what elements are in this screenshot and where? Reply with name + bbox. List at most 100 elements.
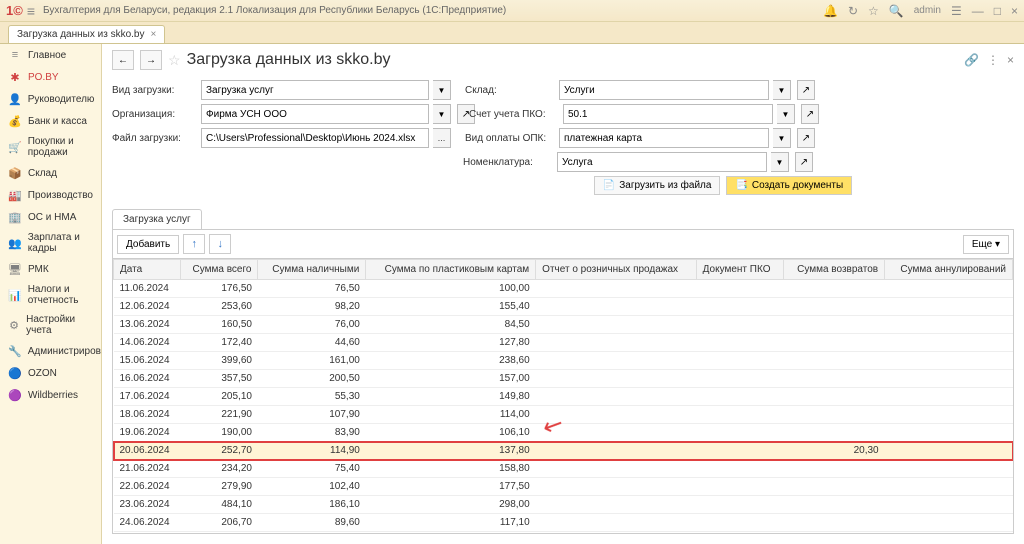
sidebar-icon: 🖥 xyxy=(8,262,22,276)
col-header[interactable]: Дата xyxy=(114,260,181,280)
input-schet[interactable] xyxy=(563,104,773,124)
col-header[interactable]: Документ ПКО xyxy=(696,260,783,280)
create-docs-button[interactable]: 📑Создать документы xyxy=(726,176,852,195)
table-row[interactable]: 20.06.2024252,70114,90137,8020,30 xyxy=(114,442,1013,460)
dd-nom[interactable]: ▼ xyxy=(771,152,789,172)
browse-file[interactable]: … xyxy=(433,128,451,148)
label-opl: Вид оплаты ОПК: xyxy=(465,133,555,144)
table-row[interactable]: 24.06.2024206,7089,60117,10 xyxy=(114,514,1013,532)
sidebar-label: Склад xyxy=(28,168,57,179)
col-header[interactable]: Сумма по пластиковым картам xyxy=(366,260,536,280)
move-up-button[interactable]: ↑ xyxy=(183,234,205,254)
tab-skko[interactable]: Загрузка данных из skko.by × xyxy=(8,25,165,43)
sidebar-label: Зарплата и кадры xyxy=(28,232,93,254)
input-opl[interactable] xyxy=(559,128,769,148)
input-sklad[interactable] xyxy=(559,80,769,100)
open-opl[interactable]: ↗ xyxy=(797,128,815,148)
nav-back-button[interactable]: ← xyxy=(112,50,134,70)
sidebar-item-руководителю[interactable]: 👤Руководителю xyxy=(0,88,101,110)
table-row[interactable]: 13.06.2024160,5076,0084,50 xyxy=(114,316,1013,334)
table-tab[interactable]: Загрузка услуг xyxy=(112,209,202,229)
sidebar: ≡Главное✱PO.BY👤Руководителю 💰 Банк и касса… xyxy=(0,44,102,544)
sidebar-icon: ✱ xyxy=(8,70,22,84)
history-icon[interactable]: ↻ xyxy=(848,4,858,18)
tab-label: Загрузка данных из skko.by xyxy=(17,29,144,40)
dd-opl[interactable]: ▼ xyxy=(773,128,791,148)
sidebar-item-производство[interactable]: 🏭Производство xyxy=(0,184,101,206)
close-icon[interactable]: × xyxy=(1011,4,1018,18)
input-vid[interactable] xyxy=(201,80,429,100)
sidebar-item-покупки-и-продажи[interactable]: 🛒Покупки и продажи xyxy=(0,132,101,162)
titlebar: 1© ≡ Бухгалтерия для Беларуси, редакция … xyxy=(0,0,1024,22)
form-area: Вид загрузки: ▼ Склад: ▼ ↗ Организация: … xyxy=(102,76,1024,203)
label-nom: Номенклатура: xyxy=(463,157,553,168)
bell-icon[interactable]: 🔔 xyxy=(823,4,838,18)
table-row[interactable]: 19.06.2024190,0083,90106,10 xyxy=(114,424,1013,442)
sidebar-item-ос-и-нма[interactable]: 🏢ОС и НМА xyxy=(0,206,101,228)
col-header[interactable]: Сумма всего xyxy=(180,260,258,280)
sidebar-label: Администрирование xyxy=(28,346,102,357)
input-nom[interactable] xyxy=(557,152,767,172)
table-row[interactable]: 14.06.2024172,4044,60127,80 xyxy=(114,334,1013,352)
link-icon[interactable]: 🔗 xyxy=(964,53,979,67)
panel-close-icon[interactable]: × xyxy=(1007,53,1014,67)
input-file[interactable] xyxy=(201,128,429,148)
sidebar-item-администрирование[interactable]: 🔧Администрирование xyxy=(0,340,101,362)
input-org[interactable] xyxy=(201,104,429,124)
col-header[interactable]: Сумма наличными xyxy=(258,260,366,280)
sidebar-item-po.by[interactable]: ✱PO.BY xyxy=(0,66,101,88)
sidebar-item-рмк[interactable]: 🖥РМК xyxy=(0,258,101,280)
sidebar-item-склад[interactable]: 📦Склад xyxy=(0,162,101,184)
dd-org[interactable]: ▼ xyxy=(433,104,451,124)
table-row[interactable]: 16.06.2024357,50200,50157,00 xyxy=(114,370,1013,388)
sidebar-item-wildberries[interactable]: 🟣Wildberries xyxy=(0,384,101,406)
sidebar-item-настройки-учета[interactable]: ⚙Настройки учета xyxy=(0,310,101,340)
more-button[interactable]: Еще ▾ xyxy=(963,235,1009,254)
sidebar-label: OZON xyxy=(28,368,57,379)
table-row[interactable]: 17.06.2024205,1055,30149,80 xyxy=(114,388,1013,406)
user-label[interactable]: admin xyxy=(914,5,941,16)
sidebar-item-зарплата-и-кадры[interactable]: 👥Зарплата и кадры xyxy=(0,228,101,258)
sidebar-item-ozon[interactable]: 🔵OZON xyxy=(0,362,101,384)
sidebar-item-главное[interactable]: ≡Главное xyxy=(0,44,101,66)
move-down-button[interactable]: ↓ xyxy=(209,234,231,254)
user-menu-icon[interactable]: ☰ xyxy=(951,4,962,18)
open-schet[interactable]: ↗ xyxy=(801,104,819,124)
table-row[interactable]: 11.06.2024176,5076,50100,00 xyxy=(114,280,1013,298)
table-row[interactable]: 15.06.2024399,60161,00238,60 xyxy=(114,352,1013,370)
sidebar-icon: ⚙ xyxy=(8,318,20,332)
minimize-icon[interactable]: — xyxy=(972,4,984,18)
app-logo: 1© xyxy=(6,3,23,18)
table-row[interactable]: 25.06.2024184,7098,1086,60 xyxy=(114,532,1013,535)
open-nom[interactable]: ↗ xyxy=(795,152,813,172)
sidebar-label: Банк и касса xyxy=(28,116,87,127)
table-row[interactable]: 22.06.2024279,90102,40177,50 xyxy=(114,478,1013,496)
table-row[interactable]: 23.06.2024484,10186,10298,00 xyxy=(114,496,1013,514)
star-icon[interactable]: ☆ xyxy=(868,4,879,18)
col-header[interactable]: Сумма возвратов xyxy=(783,260,884,280)
sidebar-label: Покупки и продажи xyxy=(28,136,93,158)
doc-icon: 📑 xyxy=(735,180,747,191)
search-icon[interactable]: 🔍 xyxy=(889,4,904,18)
sidebar-icon: 💰 xyxy=(8,114,22,128)
col-header[interactable]: Сумма аннулирований xyxy=(885,260,1013,280)
sidebar-icon: 🟣 xyxy=(8,388,22,402)
col-header[interactable]: Отчет о розничных продажах xyxy=(536,260,696,280)
kebab-icon[interactable]: ⋮ xyxy=(987,53,999,67)
menu-icon[interactable]: ≡ xyxy=(27,3,35,19)
sidebar-item-банк-и-касса[interactable]: 💰 Банк и касса xyxy=(0,110,101,132)
load-file-button[interactable]: 📄Загрузить из файла xyxy=(594,176,721,195)
dd-sklad[interactable]: ▼ xyxy=(773,80,791,100)
add-button[interactable]: Добавить xyxy=(117,235,179,254)
table-row[interactable]: 18.06.2024221,90107,90114,00 xyxy=(114,406,1013,424)
open-sklad[interactable]: ↗ xyxy=(797,80,815,100)
dd-vid[interactable]: ▼ xyxy=(433,80,451,100)
sidebar-item-налоги-и-отчетность[interactable]: 📊Налоги и отчетность xyxy=(0,280,101,310)
nav-fwd-button[interactable]: → xyxy=(140,50,162,70)
maximize-icon[interactable]: □ xyxy=(994,4,1001,18)
table-row[interactable]: 21.06.2024234,2075,40158,80 xyxy=(114,460,1013,478)
tab-close-icon[interactable]: × xyxy=(150,29,156,40)
table-row[interactable]: 12.06.2024253,6098,20155,40 xyxy=(114,298,1013,316)
favorite-icon[interactable]: ☆ xyxy=(168,52,181,69)
dd-schet[interactable]: ▼ xyxy=(777,104,795,124)
